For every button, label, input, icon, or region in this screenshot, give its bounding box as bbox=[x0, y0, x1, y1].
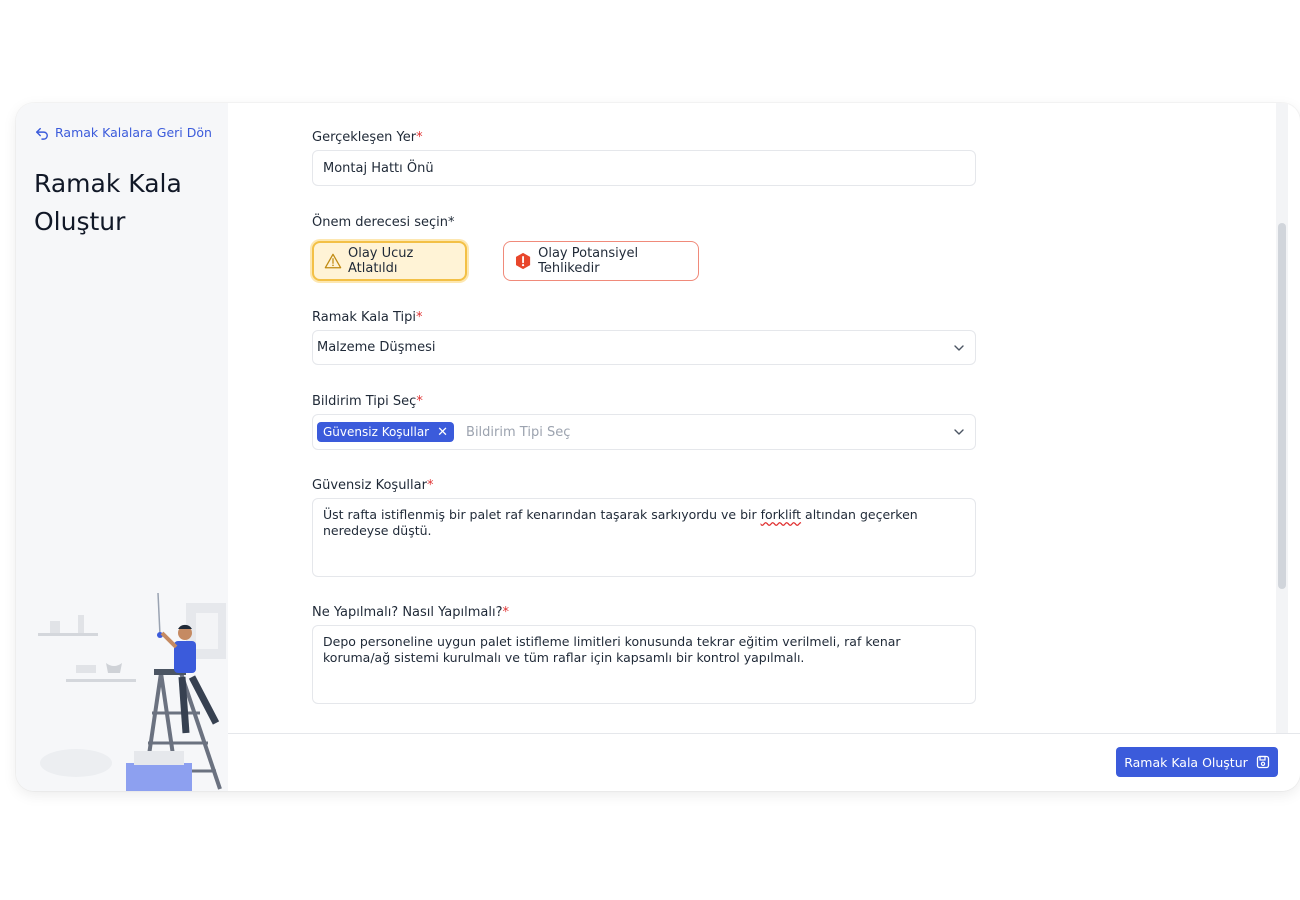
required-mark: * bbox=[416, 130, 423, 145]
worker-ladder-illustration bbox=[38, 593, 226, 791]
type-label-text: Ramak Kala Tipi bbox=[312, 310, 416, 325]
location-value: Montaj Hattı Önü bbox=[323, 160, 434, 176]
type-select[interactable]: Malzeme Düşmesi bbox=[312, 330, 976, 365]
sidebar: Ramak Kalalara Geri Dön Ramak Kala Oluşt… bbox=[16, 103, 228, 791]
location-input[interactable]: Montaj Hattı Önü bbox=[312, 150, 976, 186]
selected-chip: Güvensiz Koşullar ✕ bbox=[317, 422, 455, 442]
scrollbar[interactable] bbox=[1276, 103, 1288, 733]
save-icon bbox=[1256, 755, 1269, 769]
create-button[interactable]: Ramak Kala Oluştur bbox=[1116, 747, 1278, 777]
severity-option-label: Olay Potansiyel Tehlikedir bbox=[538, 246, 639, 276]
danger-octagon-icon bbox=[515, 252, 531, 270]
back-arrow-icon bbox=[36, 127, 48, 140]
notification-multiselect[interactable]: Güvensiz Koşullar ✕ Bildirim Tipi Seç bbox=[312, 414, 976, 450]
location-label-text: Gerçekleşen Yer bbox=[312, 130, 417, 145]
type-label: Ramak Kala Tipi* bbox=[312, 310, 423, 325]
back-link-label: Ramak Kalalara Geri Dön bbox=[55, 125, 212, 140]
page-card: Ramak Kalalara Geri Dön Ramak Kala Oluşt… bbox=[16, 103, 1300, 791]
severity-label: Önem derecesi seçin* bbox=[312, 215, 455, 230]
required-mark: * bbox=[502, 605, 510, 620]
footer-bar: Ramak Kala Oluştur bbox=[228, 733, 1300, 791]
spellcheck-word: forklift bbox=[760, 507, 802, 522]
required-mark: * bbox=[426, 478, 434, 493]
severity-option-label: Olay Ucuz Atlatıldı bbox=[347, 246, 414, 276]
unsafe-textarea[interactable]: Üst rafta istiflenmiş bir palet raf kena… bbox=[312, 498, 976, 577]
required-mark: * bbox=[416, 310, 423, 325]
unsafe-label: Güvensiz Koşullar* bbox=[312, 478, 433, 493]
unsafe-text: Üst rafta istiflenmiş bir palet raf kena… bbox=[323, 507, 761, 522]
chevron-down-icon bbox=[954, 344, 964, 351]
chip-remove-icon[interactable]: ✕ bbox=[437, 425, 448, 440]
warning-triangle-icon bbox=[324, 253, 342, 269]
notification-placeholder: Bildirim Tipi Seç bbox=[466, 424, 571, 440]
create-button-label: Ramak Kala Oluştur bbox=[1124, 754, 1248, 770]
location-label: Gerçekleşen Yer* bbox=[312, 130, 423, 145]
severity-option-dangerous[interactable]: Olay Potansiyel Tehlikedir bbox=[503, 241, 699, 281]
chip-label: Güvensiz Koşullar bbox=[323, 425, 430, 439]
back-link[interactable]: Ramak Kalalara Geri Dön bbox=[35, 125, 212, 140]
page-title: Ramak Kala Oluştur bbox=[34, 169, 182, 236]
type-value: Malzeme Düşmesi bbox=[317, 340, 436, 355]
scrollbar-thumb[interactable] bbox=[1278, 223, 1286, 589]
required-mark: * bbox=[416, 394, 423, 409]
unsafe-label-text: Güvensiz Koşullar bbox=[312, 478, 427, 493]
action-text: Depo personeline uygun palet istifleme l… bbox=[323, 634, 901, 665]
action-label-text: Ne Yapılmalı? Nasıl Yapılmalı? bbox=[312, 605, 503, 620]
notification-label: Bildirim Tipi Seç* bbox=[312, 394, 423, 409]
notification-label-text: Bildirim Tipi Seç bbox=[312, 394, 417, 409]
severity-option-near-miss[interactable]: Olay Ucuz Atlatıldı bbox=[312, 241, 467, 281]
form-area: Gerçekleşen Yer* Montaj Hattı Önü Önem d… bbox=[228, 103, 1288, 733]
action-label: Ne Yapılmalı? Nasıl Yapılmalı?* bbox=[312, 605, 509, 620]
chevron-down-icon bbox=[954, 429, 964, 435]
action-textarea[interactable]: Depo personeline uygun palet istifleme l… bbox=[312, 625, 976, 704]
